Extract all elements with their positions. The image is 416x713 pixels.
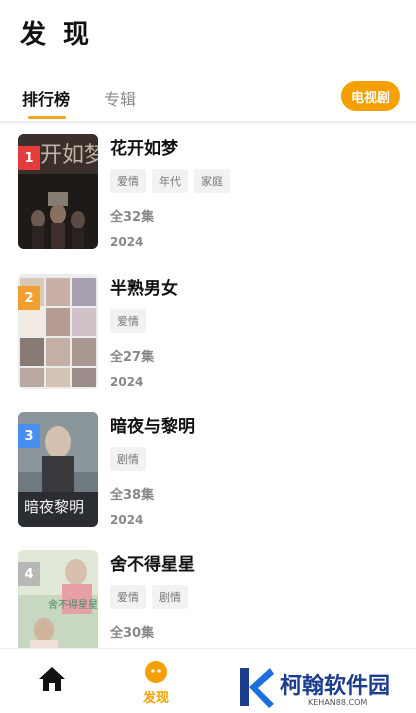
genre-tags: 爱情 年代 家庭 bbox=[110, 169, 230, 193]
genre-tag: 爱情 bbox=[110, 585, 146, 609]
genre-tag: 爱情 bbox=[110, 309, 146, 333]
watermark-k-icon bbox=[240, 668, 274, 708]
tab-ranking[interactable]: 排行榜 bbox=[22, 86, 70, 110]
nav-discover[interactable]: 发现 bbox=[132, 659, 180, 709]
drama-title[interactable]: 舍不得星星 bbox=[110, 550, 195, 575]
genre-tag: 剧情 bbox=[110, 447, 146, 471]
active-tab-indicator bbox=[28, 116, 66, 119]
episode-count: 全30集 bbox=[110, 626, 155, 641]
svg-text:开如梦: 开如梦 bbox=[40, 143, 98, 168]
category-filter-button[interactable]: 电视剧 bbox=[340, 81, 400, 111]
svg-text:暗夜黎明: 暗夜黎明 bbox=[24, 498, 84, 516]
watermark-name: 柯翰软件园 bbox=[280, 674, 391, 699]
rank-badge: 1 bbox=[18, 146, 40, 170]
release-year: 2024 bbox=[110, 235, 144, 249]
release-year: 2024 bbox=[110, 375, 144, 389]
episode-count: 全38集 bbox=[110, 488, 155, 503]
rank-badge: 3 bbox=[18, 424, 40, 448]
drama-title[interactable]: 半熟男女 bbox=[110, 274, 178, 299]
ranking-list[interactable]: 开如梦 1 花开如梦 爱情 年代 家庭 全32集 2024 2 半熟男女 爱情 … bbox=[0, 124, 416, 648]
tab-bar: 排行榜 专辑 电视剧 bbox=[0, 78, 416, 122]
list-item[interactable]: 开如梦 1 花开如梦 爱情 年代 家庭 全32集 2024 bbox=[0, 124, 416, 262]
drama-title[interactable]: 暗夜与黎明 bbox=[110, 412, 195, 437]
poster-image[interactable]: 2 bbox=[18, 274, 98, 389]
poster-image[interactable]: 暗夜黎明 3 bbox=[18, 412, 98, 527]
release-year: 2024 bbox=[110, 513, 144, 527]
watermark-url: KEHAN88.COM bbox=[308, 698, 368, 707]
genre-tag: 爱情 bbox=[110, 169, 146, 193]
nav-discover-label: 发现 bbox=[142, 691, 169, 706]
episode-count: 全32集 bbox=[110, 210, 155, 225]
genre-tag: 家庭 bbox=[194, 169, 230, 193]
discover-icon bbox=[145, 661, 167, 683]
list-item[interactable]: 暗夜黎明 3 暗夜与黎明 剧情 全38集 2024 bbox=[0, 402, 416, 540]
genre-tag: 剧情 bbox=[152, 585, 188, 609]
genre-tags: 爱情 剧情 bbox=[110, 585, 188, 609]
page-title: 发 现 bbox=[20, 20, 94, 50]
poster-image[interactable]: 开如梦 1 bbox=[18, 134, 98, 249]
genre-tags: 爱情 bbox=[110, 309, 146, 333]
genre-tags: 剧情 bbox=[110, 447, 146, 471]
genre-tag: 年代 bbox=[152, 169, 188, 193]
watermark-logo: 柯翰软件园 KEHAN88.COM bbox=[236, 662, 406, 710]
rank-badge: 2 bbox=[18, 286, 40, 310]
poster-image[interactable]: 舍不得星星 4 bbox=[18, 550, 98, 648]
svg-text:舍不得星星: 舍不得星星 bbox=[48, 598, 98, 611]
home-icon[interactable] bbox=[38, 664, 66, 694]
episode-count: 全27集 bbox=[110, 350, 155, 365]
tab-album[interactable]: 专辑 bbox=[104, 86, 136, 110]
drama-title[interactable]: 花开如梦 bbox=[110, 134, 178, 159]
rank-badge: 4 bbox=[18, 562, 40, 586]
list-item[interactable]: 2 半熟男女 爱情 全27集 2024 bbox=[0, 264, 416, 402]
list-item[interactable]: 舍不得星星 4 舍不得星星 爱情 剧情 全30集 bbox=[0, 540, 416, 648]
